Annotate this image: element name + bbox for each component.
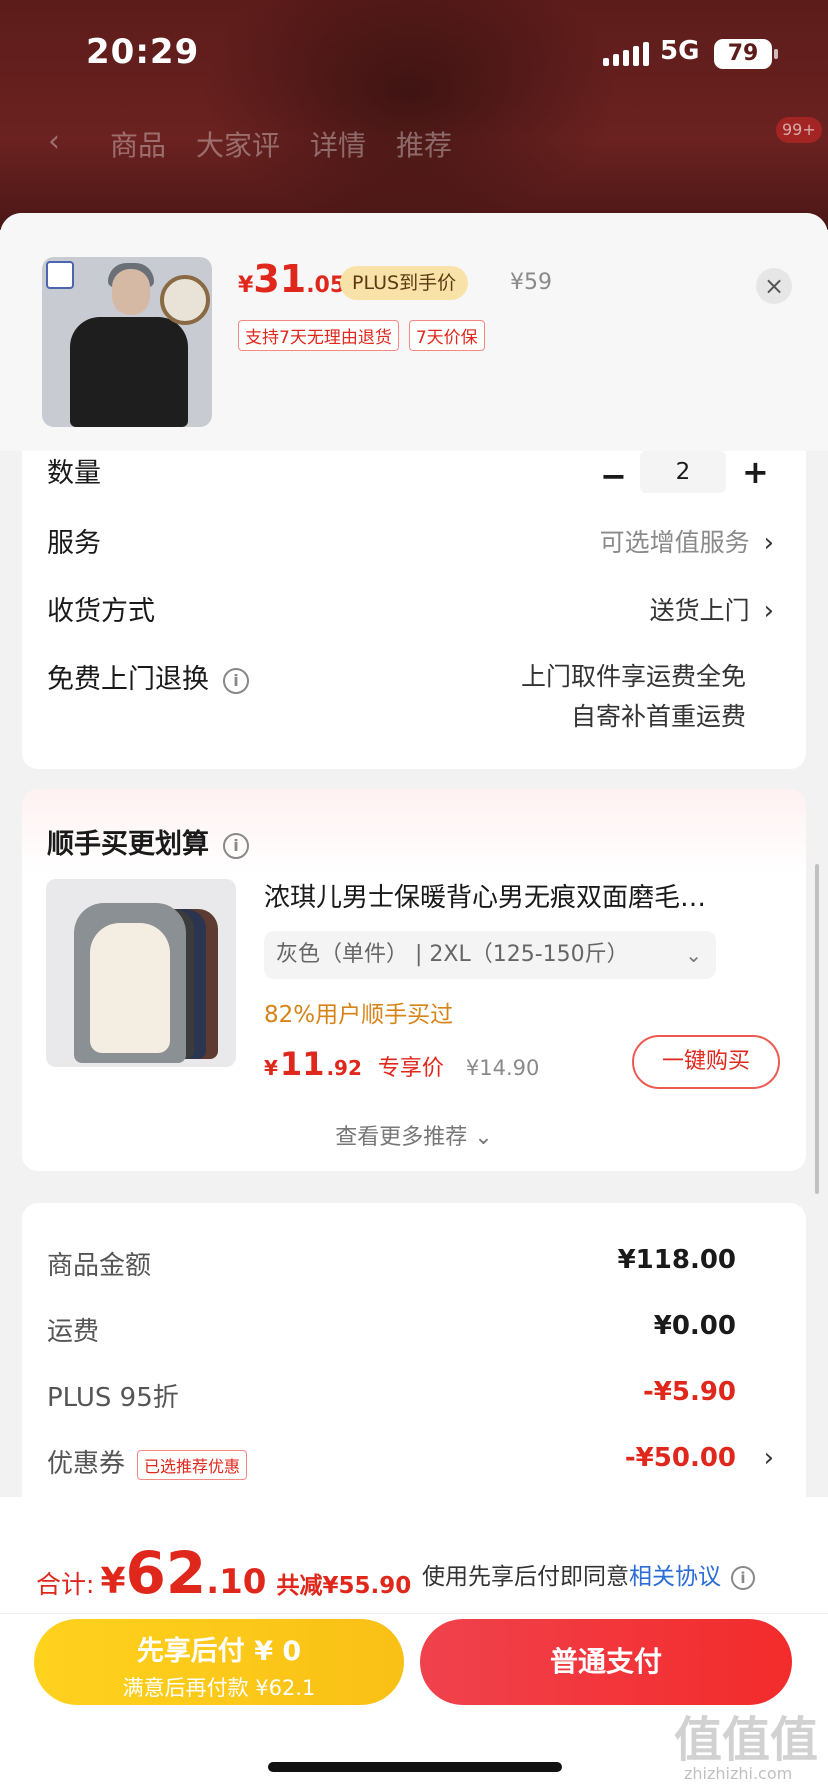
recommend-rate: 82%用户顺手买过 bbox=[264, 1002, 454, 1028]
summary-row-coupon[interactable]: 优惠券 已选推荐优惠 -¥50.00 › bbox=[47, 1443, 774, 1483]
pay-later-button[interactable]: 先享后付 ¥ 0 满意后再付款 ¥62.1 bbox=[34, 1619, 404, 1705]
product-price: ¥ 31 .05 bbox=[238, 257, 346, 301]
info-icon[interactable]: i bbox=[223, 667, 249, 694]
close-icon: × bbox=[763, 272, 785, 300]
status-time: 20:29 bbox=[86, 32, 200, 72]
quantity-label: 数量 bbox=[47, 458, 101, 489]
chevron-right-icon: › bbox=[763, 596, 774, 626]
normal-pay-button[interactable]: 普通支付 bbox=[420, 1619, 792, 1705]
original-price: ¥59 bbox=[510, 270, 552, 295]
delivery-value: 送货上门 › bbox=[649, 596, 774, 626]
info-icon[interactable]: i bbox=[731, 1565, 755, 1590]
service-row[interactable]: 服务 可选增值服务 › bbox=[22, 521, 806, 565]
return-policy-tag: 支持7天无理由退货 bbox=[238, 320, 399, 351]
chevron-down-icon: ⌄ bbox=[685, 943, 702, 967]
sheet-header: ¥ 31 .05 PLUS到手价 ¥59 支持7天无理由退货 7天价保 × bbox=[0, 213, 828, 451]
quantity-decrease-button[interactable]: − bbox=[600, 457, 627, 495]
service-value: 可选增值服务 › bbox=[599, 528, 774, 558]
product-thumbnail[interactable] bbox=[42, 257, 212, 427]
product-nav-tabs: ‹ 商品 大家评 详情 推荐 bbox=[48, 124, 452, 164]
service-tags: 支持7天无理由退货 7天价保 bbox=[238, 320, 485, 351]
agreement-link[interactable]: 相关协议 bbox=[629, 1564, 721, 1590]
plus-price-badge: PLUS到手价 bbox=[340, 266, 469, 300]
price-protect-tag: 7天价保 bbox=[408, 320, 485, 351]
recommend-title: 顺手买更划算 i bbox=[47, 822, 249, 861]
agreement-text: 使用先享后付即同意相关协议 i bbox=[422, 1557, 755, 1591]
tab-product: 商品 bbox=[110, 129, 167, 162]
options-card: 数量 − 2 + 服务 可选增值服务 › 收货方式 送货上门 › 免费上门退换 i 上… bbox=[22, 451, 806, 769]
watermark-logo: 值值值 bbox=[674, 1712, 819, 1768]
free-return-label: 免费上门退换 i bbox=[47, 657, 249, 696]
home-indicator bbox=[268, 1762, 562, 1772]
close-button[interactable]: × bbox=[756, 268, 792, 304]
total-amount: 合计: ¥ 62 .10 共减¥55.90 bbox=[36, 1539, 412, 1607]
recommend-item-image[interactable] bbox=[46, 879, 236, 1067]
more-recommend-link[interactable]: 查看更多推荐 ⌄ bbox=[22, 1119, 806, 1151]
recommend-item-name[interactable]: 浓琪儿男士保暖背心男无痕双面磨毛… bbox=[264, 877, 774, 914]
signal-icon bbox=[603, 42, 649, 66]
free-return-value: 上门取件享运费全免 自寄补首重运费 bbox=[520, 662, 746, 731]
status-bar: 20:29 5G 79 bbox=[0, 0, 828, 110]
recommend-card: 顺手买更划算 i 浓琪儿男士保暖背心男无痕双面磨毛… 灰色（单件） | 2XL（1… bbox=[22, 789, 806, 1171]
chevron-right-icon: › bbox=[763, 528, 774, 558]
info-icon[interactable]: i bbox=[223, 832, 249, 859]
summary-row-shipping: 运费 ¥0.00 bbox=[47, 1311, 736, 1347]
total-saved: 共减¥55.90 bbox=[276, 1573, 412, 1599]
battery-icon: 79 bbox=[714, 39, 778, 69]
quantity-row: 数量 − 2 + bbox=[22, 451, 806, 495]
tab-details: 详情 bbox=[310, 129, 367, 162]
recommend-item-spec-select[interactable]: 灰色（单件） | 2XL（125-150斤） ⌄ bbox=[264, 931, 716, 979]
price-summary-card: 商品金额 ¥118.00 运费 ¥0.00 PLUS 95折 -¥5.90 优惠… bbox=[22, 1203, 806, 1503]
back-icon: ‹ bbox=[48, 124, 60, 159]
quantity-increase-button[interactable]: + bbox=[742, 453, 769, 491]
free-return-row: 免费上门退换 i 上门取件享运费全免 自寄补首重运费 bbox=[22, 657, 806, 747]
delivery-row[interactable]: 收货方式 送货上门 › bbox=[22, 589, 806, 633]
service-label: 服务 bbox=[47, 528, 101, 559]
one-click-buy-button[interactable]: 一键购买 bbox=[632, 1035, 780, 1089]
coupon-tag: 已选推荐优惠 bbox=[137, 1449, 248, 1480]
scrollbar[interactable] bbox=[815, 864, 819, 1194]
summary-row-goods: 商品金额 ¥118.00 bbox=[47, 1245, 736, 1281]
watermark-url: zhizhizhi.com bbox=[684, 1764, 793, 1783]
tab-reviews: 大家评 bbox=[196, 129, 281, 162]
chevron-right-icon: › bbox=[763, 1443, 774, 1473]
divider bbox=[0, 1613, 828, 1614]
delivery-label: 收货方式 bbox=[47, 596, 155, 627]
recommend-price: ¥ 11 .92 专享价 ¥14.90 bbox=[264, 1045, 540, 1083]
summary-row-plus-discount: PLUS 95折 -¥5.90 bbox=[47, 1377, 736, 1413]
quantity-input[interactable]: 2 bbox=[640, 451, 726, 493]
chevron-down-icon: ⌄ bbox=[474, 1125, 493, 1150]
network-type: 5G bbox=[660, 36, 700, 66]
tab-recommend: 推荐 bbox=[396, 129, 453, 162]
cart-count-badge: 99+ bbox=[776, 117, 822, 143]
